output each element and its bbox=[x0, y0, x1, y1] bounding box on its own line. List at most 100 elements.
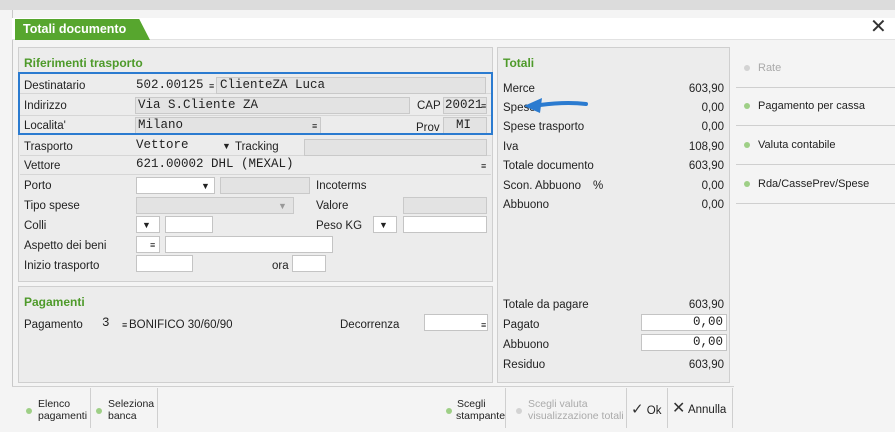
pagamento-lookup-icon[interactable]: ≡ bbox=[122, 320, 127, 330]
button-label-line2: visualizzazione totali bbox=[528, 410, 624, 422]
button-label-line1: Seleziona bbox=[108, 398, 155, 410]
pagato-field[interactable]: 0,00 bbox=[641, 314, 727, 331]
ora-field[interactable] bbox=[292, 255, 326, 272]
ok-label: Ok bbox=[646, 405, 662, 417]
side-menu-valuta-contabile[interactable]: Valuta contabile bbox=[736, 127, 895, 165]
pay-row-label: Totale da pagare bbox=[503, 299, 589, 311]
totali-row-label: Spese trasporto bbox=[503, 121, 585, 133]
dialog-title: Totali documento bbox=[15, 19, 150, 40]
bullet-icon bbox=[744, 103, 750, 110]
inizio-trasporto-label: Inizio trasporto bbox=[24, 260, 100, 272]
incoterms-label: Incoterms bbox=[316, 180, 367, 192]
totali-row-label: Totale documento bbox=[503, 160, 594, 172]
elenco-pagamenti-button[interactable]: Elenco pagamenti bbox=[26, 398, 87, 422]
totali-row-value: 0,00 bbox=[701, 121, 724, 133]
close-icon[interactable]: ✕ bbox=[870, 17, 887, 37]
pagamento-code-field[interactable]: 3 bbox=[102, 316, 110, 330]
checkmark-icon: ✓ bbox=[631, 401, 644, 418]
chevron-down-icon[interactable]: ▼ bbox=[142, 220, 151, 230]
annulla-button[interactable]: ✕ Annulla bbox=[672, 400, 727, 417]
vettore-lookup-icon[interactable]: ≡ bbox=[481, 161, 486, 171]
totali-row-label: Abbuono bbox=[503, 199, 550, 211]
tracking-field[interactable] bbox=[304, 139, 487, 156]
percent-sign: % bbox=[593, 180, 604, 192]
button-label-line2: stampante bbox=[456, 410, 506, 422]
aspetto-code-field[interactable] bbox=[136, 236, 160, 253]
ok-button[interactable]: ✓ Ok bbox=[631, 401, 662, 418]
tipo-spese-select[interactable] bbox=[136, 197, 294, 214]
colli-field[interactable] bbox=[165, 216, 213, 233]
side-menu-pagamento-cassa[interactable]: Pagamento per cassa bbox=[736, 88, 895, 126]
colli-label: Colli bbox=[24, 220, 47, 232]
valore-label: Valore bbox=[316, 200, 349, 212]
scegli-stampante-button[interactable]: Scegli stampante bbox=[446, 398, 505, 422]
totali-row-value: 603,90 bbox=[688, 83, 724, 95]
peso-label: Peso KG bbox=[316, 220, 363, 232]
chevron-down-icon[interactable]: ▼ bbox=[222, 141, 231, 151]
bullet-icon bbox=[744, 181, 750, 188]
aspetto-desc-field[interactable] bbox=[165, 236, 333, 253]
decorrenza-lookup-icon[interactable]: ≡ bbox=[481, 320, 486, 330]
totali-row-value: 108,90 bbox=[688, 141, 724, 153]
side-menu: Rate Pagamento per cassa Valuta contabil… bbox=[736, 50, 895, 210]
side-menu-label: Rate bbox=[758, 62, 782, 74]
totali-row-value: 0,00 bbox=[701, 199, 724, 211]
side-menu-label: Pagamento per cassa bbox=[758, 100, 866, 112]
side-menu-label: Valuta contabile bbox=[758, 139, 836, 151]
toolbar-separator bbox=[157, 388, 158, 428]
pay-row-label: Residuo bbox=[503, 359, 546, 371]
cancel-x-icon: ✕ bbox=[672, 400, 686, 417]
pay-row-value: 603,90 bbox=[688, 299, 724, 311]
pagamenti-panel bbox=[18, 286, 493, 383]
seleziona-banca-button[interactable]: Seleziona banca bbox=[96, 398, 154, 422]
totali-row-label: Scon. Abbuono bbox=[503, 180, 582, 192]
abbuono-field[interactable]: 0,00 bbox=[641, 334, 727, 351]
toolbar-separator bbox=[90, 388, 91, 428]
toolbar-separator bbox=[626, 388, 627, 428]
annulla-label: Annulla bbox=[687, 404, 727, 416]
tipo-spese-label: Tipo spese bbox=[24, 200, 80, 212]
trasporto-section-title: Riferimenti trasporto bbox=[24, 56, 143, 70]
totali-row-label: Iva bbox=[503, 141, 519, 153]
valore-field[interactable] bbox=[403, 197, 487, 214]
aspetto-label: Aspetto dei beni bbox=[24, 240, 107, 252]
toolbar-separator bbox=[505, 388, 506, 428]
peso-field[interactable] bbox=[403, 216, 487, 233]
bullet-icon bbox=[744, 65, 750, 72]
inizio-date-field[interactable] bbox=[136, 255, 193, 272]
chevron-down-icon[interactable]: ▼ bbox=[278, 201, 287, 211]
chevron-down-icon[interactable]: ▼ bbox=[201, 181, 210, 191]
abbuono-value: 0,00 bbox=[692, 335, 723, 349]
porto-label: Porto bbox=[24, 180, 52, 192]
bullet-icon bbox=[516, 408, 522, 414]
pagamento-label: Pagamento bbox=[24, 319, 83, 331]
totali-row-value: 0,00 bbox=[701, 102, 724, 114]
totali-row-label: Merce bbox=[503, 83, 535, 95]
pagato-value: 0,00 bbox=[692, 315, 723, 329]
background-window-strip bbox=[0, 0, 895, 10]
chevron-down-icon[interactable]: ▼ bbox=[379, 220, 388, 230]
pay-row-label: Abbuono bbox=[503, 339, 550, 351]
side-menu-rda[interactable]: Rda/CassePrev/Spese bbox=[736, 166, 895, 204]
aspetto-lookup-icon[interactable]: ≡ bbox=[150, 240, 155, 250]
trasporto-label: Trasporto bbox=[24, 141, 73, 153]
arrow-annotation-icon bbox=[524, 98, 588, 113]
bullet-icon bbox=[744, 142, 750, 149]
decorrenza-label: Decorrenza bbox=[340, 319, 400, 331]
totali-row-value: 603,90 bbox=[688, 160, 724, 172]
tracking-label: Tracking bbox=[235, 141, 279, 153]
scegli-valuta-button[interactable]: Scegli valuta visualizzazione totali bbox=[516, 398, 624, 422]
trasporto-select[interactable]: Vettore bbox=[136, 138, 189, 152]
button-label-line2: pagamenti bbox=[38, 410, 88, 422]
totali-row-value: 0,00 bbox=[701, 180, 724, 192]
pay-row-label: Pagato bbox=[503, 319, 540, 331]
vettore-field[interactable]: 621.00002 DHL (MEXAL) bbox=[136, 157, 294, 171]
decorrenza-field[interactable] bbox=[424, 314, 488, 331]
toolbar-separator bbox=[667, 388, 668, 428]
side-menu-rate[interactable]: Rate bbox=[736, 50, 895, 88]
toolbar-separator bbox=[732, 388, 733, 428]
pagamento-desc: BONIFICO 30/60/90 bbox=[129, 319, 233, 331]
pagamenti-section-title: Pagamenti bbox=[24, 295, 85, 309]
porto-desc-field bbox=[220, 177, 310, 194]
vettore-label: Vettore bbox=[24, 160, 61, 172]
